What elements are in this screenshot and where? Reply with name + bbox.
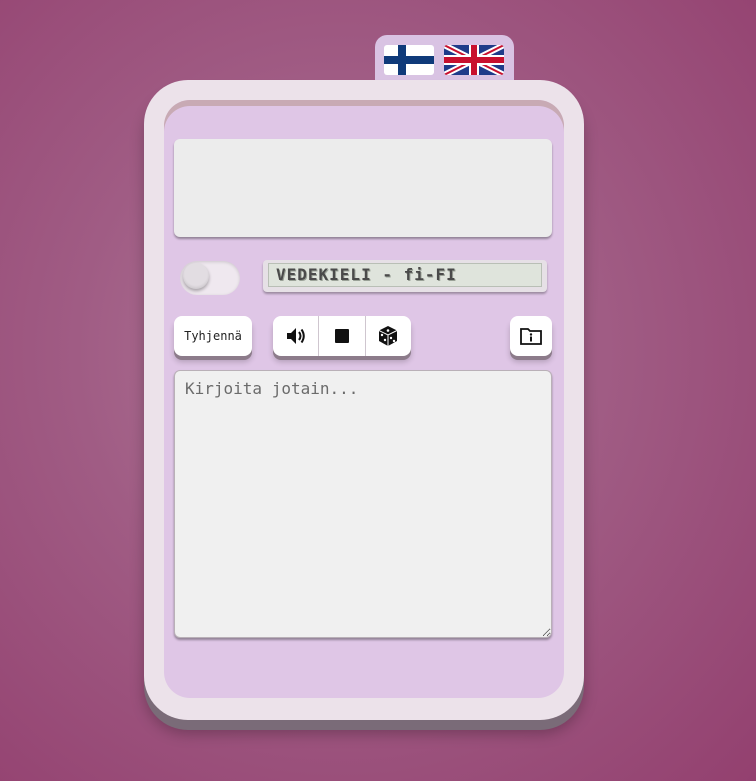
- flag-cross-horizontal: [384, 56, 434, 64]
- clear-button[interactable]: Tyhjennä: [174, 316, 252, 356]
- language-selector: [375, 35, 514, 85]
- output-display: [174, 139, 552, 237]
- text-input[interactable]: [174, 370, 552, 638]
- voice-lcd: VEDEKIELI - fi-FI: [263, 260, 547, 292]
- device-screen: VEDEKIELI - fi-FI Tyhjennä: [164, 100, 564, 698]
- stop-icon: [334, 329, 349, 343]
- flag-cross-vertical: [398, 45, 406, 75]
- mode-toggle[interactable]: [180, 261, 240, 295]
- finnish-flag-button[interactable]: [384, 45, 434, 75]
- english-flag-button[interactable]: [444, 45, 504, 75]
- random-button[interactable]: [364, 316, 411, 356]
- device-frame: VEDEKIELI - fi-FI Tyhjennä: [144, 80, 584, 720]
- uk-flag-icon: [444, 45, 504, 75]
- voice-language-label: VEDEKIELI - fi-FI: [268, 263, 542, 287]
- playback-button-group: [273, 316, 411, 356]
- dice-icon: [379, 326, 398, 346]
- speaker-icon: [286, 328, 305, 344]
- info-icon: [520, 328, 542, 345]
- speak-button[interactable]: [273, 316, 318, 356]
- toggle-knob: [183, 263, 209, 289]
- info-button[interactable]: [510, 316, 552, 356]
- stop-button[interactable]: [318, 316, 364, 356]
